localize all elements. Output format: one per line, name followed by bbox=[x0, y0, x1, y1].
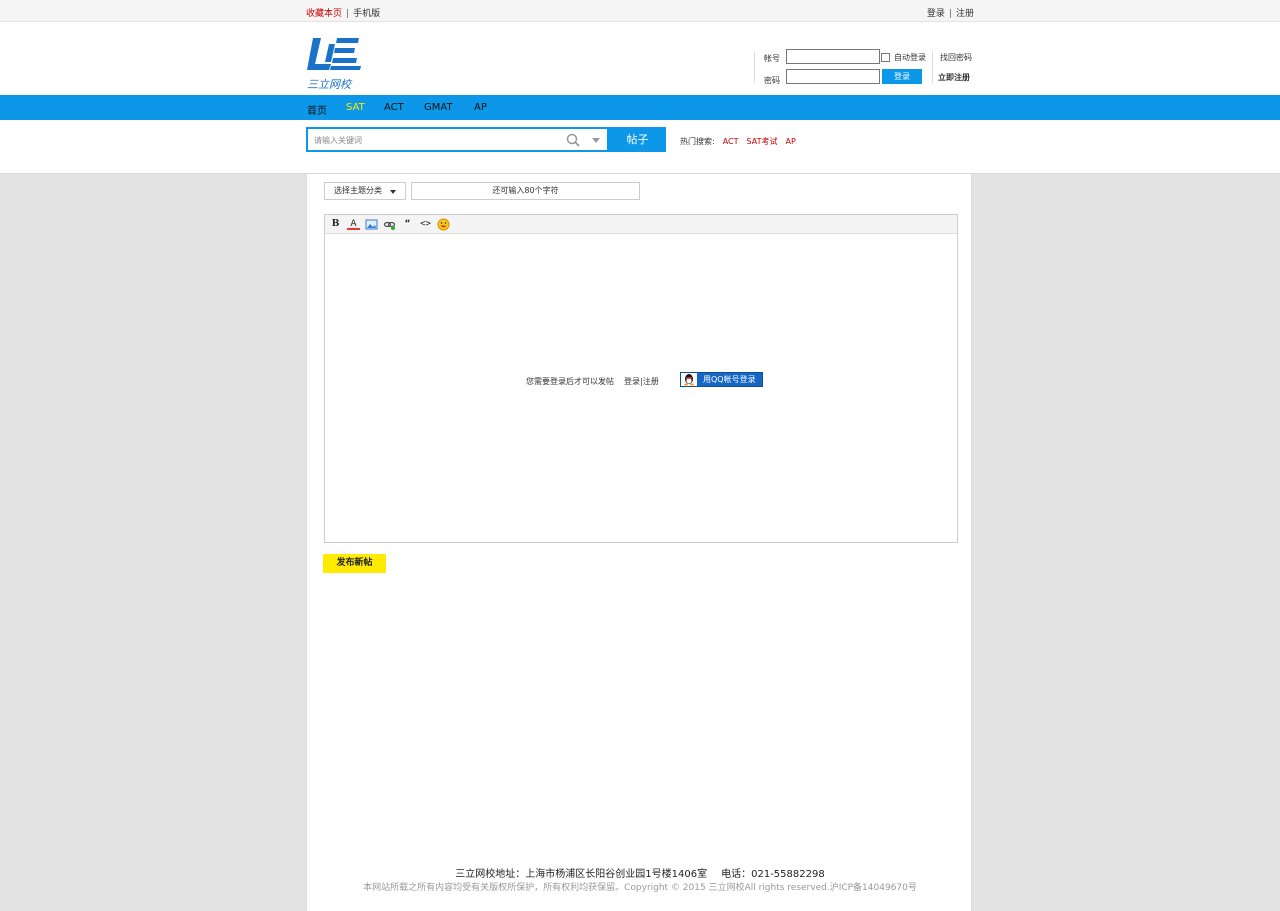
nav-item-sat[interactable]: SAT bbox=[346, 102, 365, 113]
header: 三立网校 帐号 自动登录 找回密码 密码 登录 立即注册 bbox=[0, 22, 1280, 95]
password-label: 密码 bbox=[764, 76, 780, 85]
editor-login-link[interactable]: 登录 bbox=[624, 377, 640, 386]
image-icon[interactable] bbox=[365, 218, 378, 231]
qq-login-button[interactable]: 用QQ帐号登录 bbox=[680, 372, 763, 387]
nav-item-act[interactable]: ACT bbox=[384, 102, 404, 113]
auto-login-label: 自动登录 bbox=[894, 53, 926, 62]
login-button[interactable]: 登录 bbox=[882, 69, 922, 84]
hot-search: 热门搜索: ACT SAT考试 AP bbox=[680, 136, 796, 147]
category-select-label: 选择主题分类 bbox=[334, 186, 382, 195]
title-input[interactable]: 还可输入80个字符 bbox=[411, 182, 640, 200]
footer-address: 三立网校地址：上海市杨浦区长阳谷创业园1号楼1406室 电话：021-558822… bbox=[307, 865, 973, 880]
bold-icon[interactable]: B bbox=[329, 218, 342, 231]
qq-login-label: 用QQ帐号登录 bbox=[703, 375, 756, 384]
top-right-links: 登录 | 注册 bbox=[926, 9, 974, 19]
main-nav: 首页 SAT ACT GMAT AP bbox=[0, 95, 1280, 120]
search-input[interactable]: 请输入关键词 bbox=[314, 135, 554, 146]
login-required-text: 您需要登录后才可以发帖 bbox=[526, 377, 614, 386]
footer-address-text: 三立网校地址：上海市杨浦区长阳谷创业园1号楼1406室 bbox=[455, 869, 708, 880]
hot-keyword[interactable]: AP bbox=[785, 137, 795, 146]
link-icon[interactable] bbox=[383, 218, 396, 231]
login-box: 帐号 自动登录 找回密码 密码 登录 立即注册 bbox=[754, 49, 976, 89]
code-icon[interactable]: <> bbox=[419, 218, 432, 231]
account-label: 帐号 bbox=[764, 54, 780, 63]
password-input[interactable] bbox=[786, 69, 880, 84]
nav-item-gmat[interactable]: GMAT bbox=[424, 102, 453, 113]
account-input[interactable] bbox=[786, 49, 880, 64]
nav-item-ap[interactable]: AP bbox=[474, 102, 487, 113]
font-color-icon[interactable]: A bbox=[347, 218, 360, 230]
category-select[interactable]: 选择主题分类 bbox=[324, 182, 406, 200]
editor-toolbar: B A “ <> bbox=[325, 215, 957, 234]
search-bar: 请输入关键词 帖子 热门搜索: ACT SAT考试 AP bbox=[0, 120, 1280, 174]
qq-icon bbox=[681, 373, 697, 386]
nav-item-home[interactable]: 首页 bbox=[307, 102, 327, 117]
register-now-link[interactable]: 立即注册 bbox=[938, 72, 970, 83]
footer-phone: 电话：021-55882298 bbox=[721, 869, 825, 880]
chevron-down-icon bbox=[390, 190, 396, 194]
editor-register-link[interactable]: 注册 bbox=[643, 377, 659, 386]
publish-button[interactable]: 发布新帖 bbox=[323, 554, 386, 573]
logo-text: 三立网校 bbox=[307, 78, 351, 91]
chevron-down-icon[interactable] bbox=[592, 138, 600, 143]
search-icon[interactable] bbox=[566, 133, 580, 147]
hot-keyword[interactable]: ACT bbox=[723, 137, 739, 146]
hot-keyword[interactable]: SAT考试 bbox=[747, 137, 778, 146]
top-login-link[interactable]: 登录 bbox=[927, 9, 945, 19]
mobile-link[interactable]: 手机版 bbox=[353, 9, 380, 19]
top-bar: 收藏本页 | 手机版 登录 | 注册 bbox=[0, 0, 1280, 22]
smiley-icon[interactable] bbox=[437, 218, 450, 231]
forgot-password-link[interactable]: 找回密码 bbox=[940, 52, 972, 63]
footer-copyright: 本网站所载之所有内容均受有关版权所保护，所有权利均获保留。Copyright ©… bbox=[363, 883, 917, 893]
bookmark-link[interactable]: 收藏本页 bbox=[306, 9, 342, 19]
search-button[interactable]: 帖子 bbox=[609, 127, 666, 152]
post-editor[interactable]: B A “ <> 您需要登录后才可以发帖 登录|注册 用QQ帐号登录 bbox=[324, 214, 958, 543]
main-content: 选择主题分类 还可输入80个字符 B A “ <> 您需要登录后才可以发帖 登录… bbox=[306, 174, 972, 911]
auto-login-checkbox[interactable] bbox=[881, 53, 890, 62]
hot-search-label: 热门搜索: bbox=[680, 137, 715, 146]
top-register-link[interactable]: 注册 bbox=[956, 9, 974, 19]
quote-icon[interactable]: “ bbox=[401, 218, 414, 231]
top-left-links: 收藏本页 | 手机版 bbox=[306, 9, 381, 19]
login-required-notice: 您需要登录后才可以发帖 登录|注册 bbox=[526, 377, 659, 386]
search-box: 请输入关键词 bbox=[306, 127, 609, 152]
